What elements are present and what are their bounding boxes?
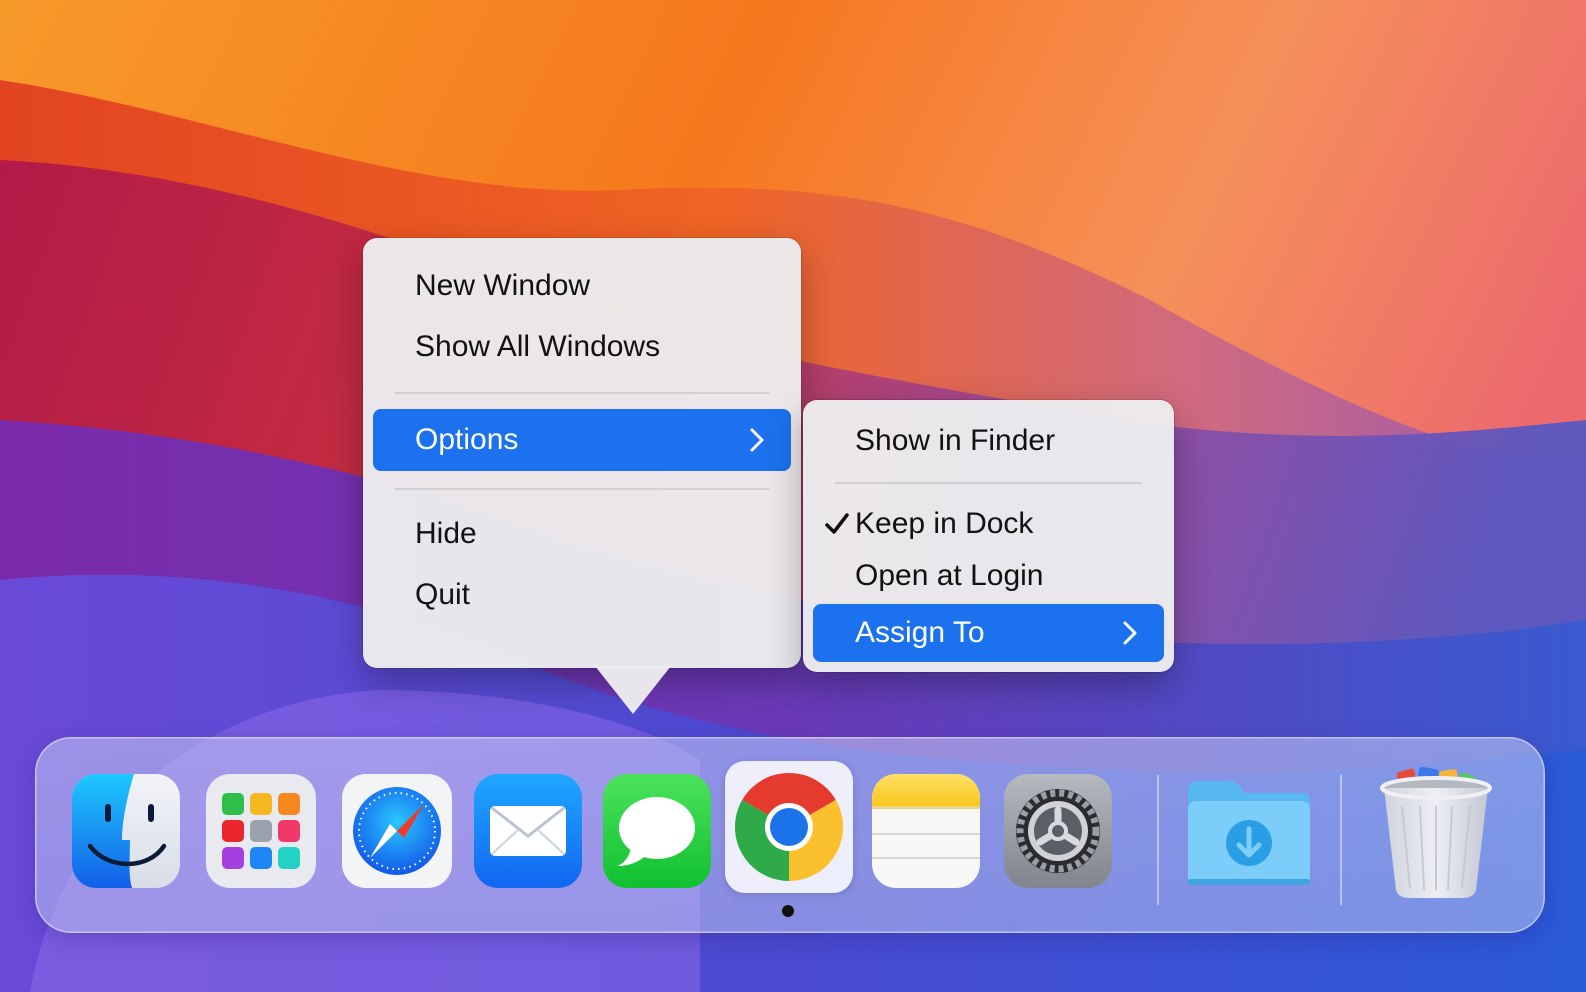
menu-item-label: Assign To — [855, 616, 985, 649]
menu-item-label: Open at Login — [855, 559, 1044, 592]
menu-item-quit[interactable]: Quit — [373, 564, 791, 626]
chevron-right-icon — [1123, 621, 1137, 645]
menu-separator — [835, 482, 1142, 484]
launchpad-icon[interactable] — [206, 774, 316, 888]
checkmark-icon — [825, 513, 849, 534]
options-submenu: Show in Finder Keep in Dock Open at Logi… — [803, 400, 1174, 672]
menu-item-new-window[interactable]: New Window — [373, 255, 791, 317]
chrome-icon[interactable] — [733, 769, 845, 885]
submenu-item-show-in-finder[interactable]: Show in Finder — [813, 412, 1164, 470]
dock-context-menu: New Window Show All Windows Options Hide… — [363, 238, 801, 668]
menu-item-label: Keep in Dock — [855, 507, 1034, 540]
menu-item-label: Hide — [415, 517, 477, 550]
submenu-item-open-at-login[interactable]: Open at Login — [813, 548, 1164, 604]
notes-icon[interactable] — [872, 774, 980, 888]
settings-gear-icon[interactable] — [1004, 774, 1112, 888]
messages-icon[interactable] — [603, 774, 711, 888]
running-indicator-dot — [782, 905, 794, 917]
menu-separator — [395, 392, 769, 394]
menu-item-label: Show in Finder — [855, 424, 1056, 457]
trash-icon[interactable] — [1378, 766, 1494, 900]
mail-icon[interactable] — [474, 774, 582, 888]
safari-icon[interactable] — [342, 774, 452, 888]
menu-separator — [395, 488, 769, 490]
menu-item-label: Quit — [415, 578, 471, 611]
dock-separator — [1340, 775, 1342, 905]
menu-item-hide[interactable]: Hide — [373, 503, 791, 565]
finder-icon[interactable] — [72, 774, 180, 888]
menu-pointer-arrow — [595, 666, 671, 714]
menu-item-show-all-windows[interactable]: Show All Windows — [373, 316, 791, 378]
menu-item-label: Options — [415, 423, 519, 456]
downloads-folder-icon[interactable] — [1184, 775, 1314, 891]
dock-separator — [1157, 775, 1159, 905]
menu-item-label: Show All Windows — [415, 330, 661, 363]
menu-item-options[interactable]: Options — [373, 409, 791, 471]
chevron-right-icon — [750, 428, 764, 452]
submenu-item-assign-to[interactable]: Assign To — [813, 604, 1164, 662]
submenu-item-keep-in-dock[interactable]: Keep in Dock — [813, 496, 1164, 552]
menu-item-label: New Window — [415, 269, 591, 302]
